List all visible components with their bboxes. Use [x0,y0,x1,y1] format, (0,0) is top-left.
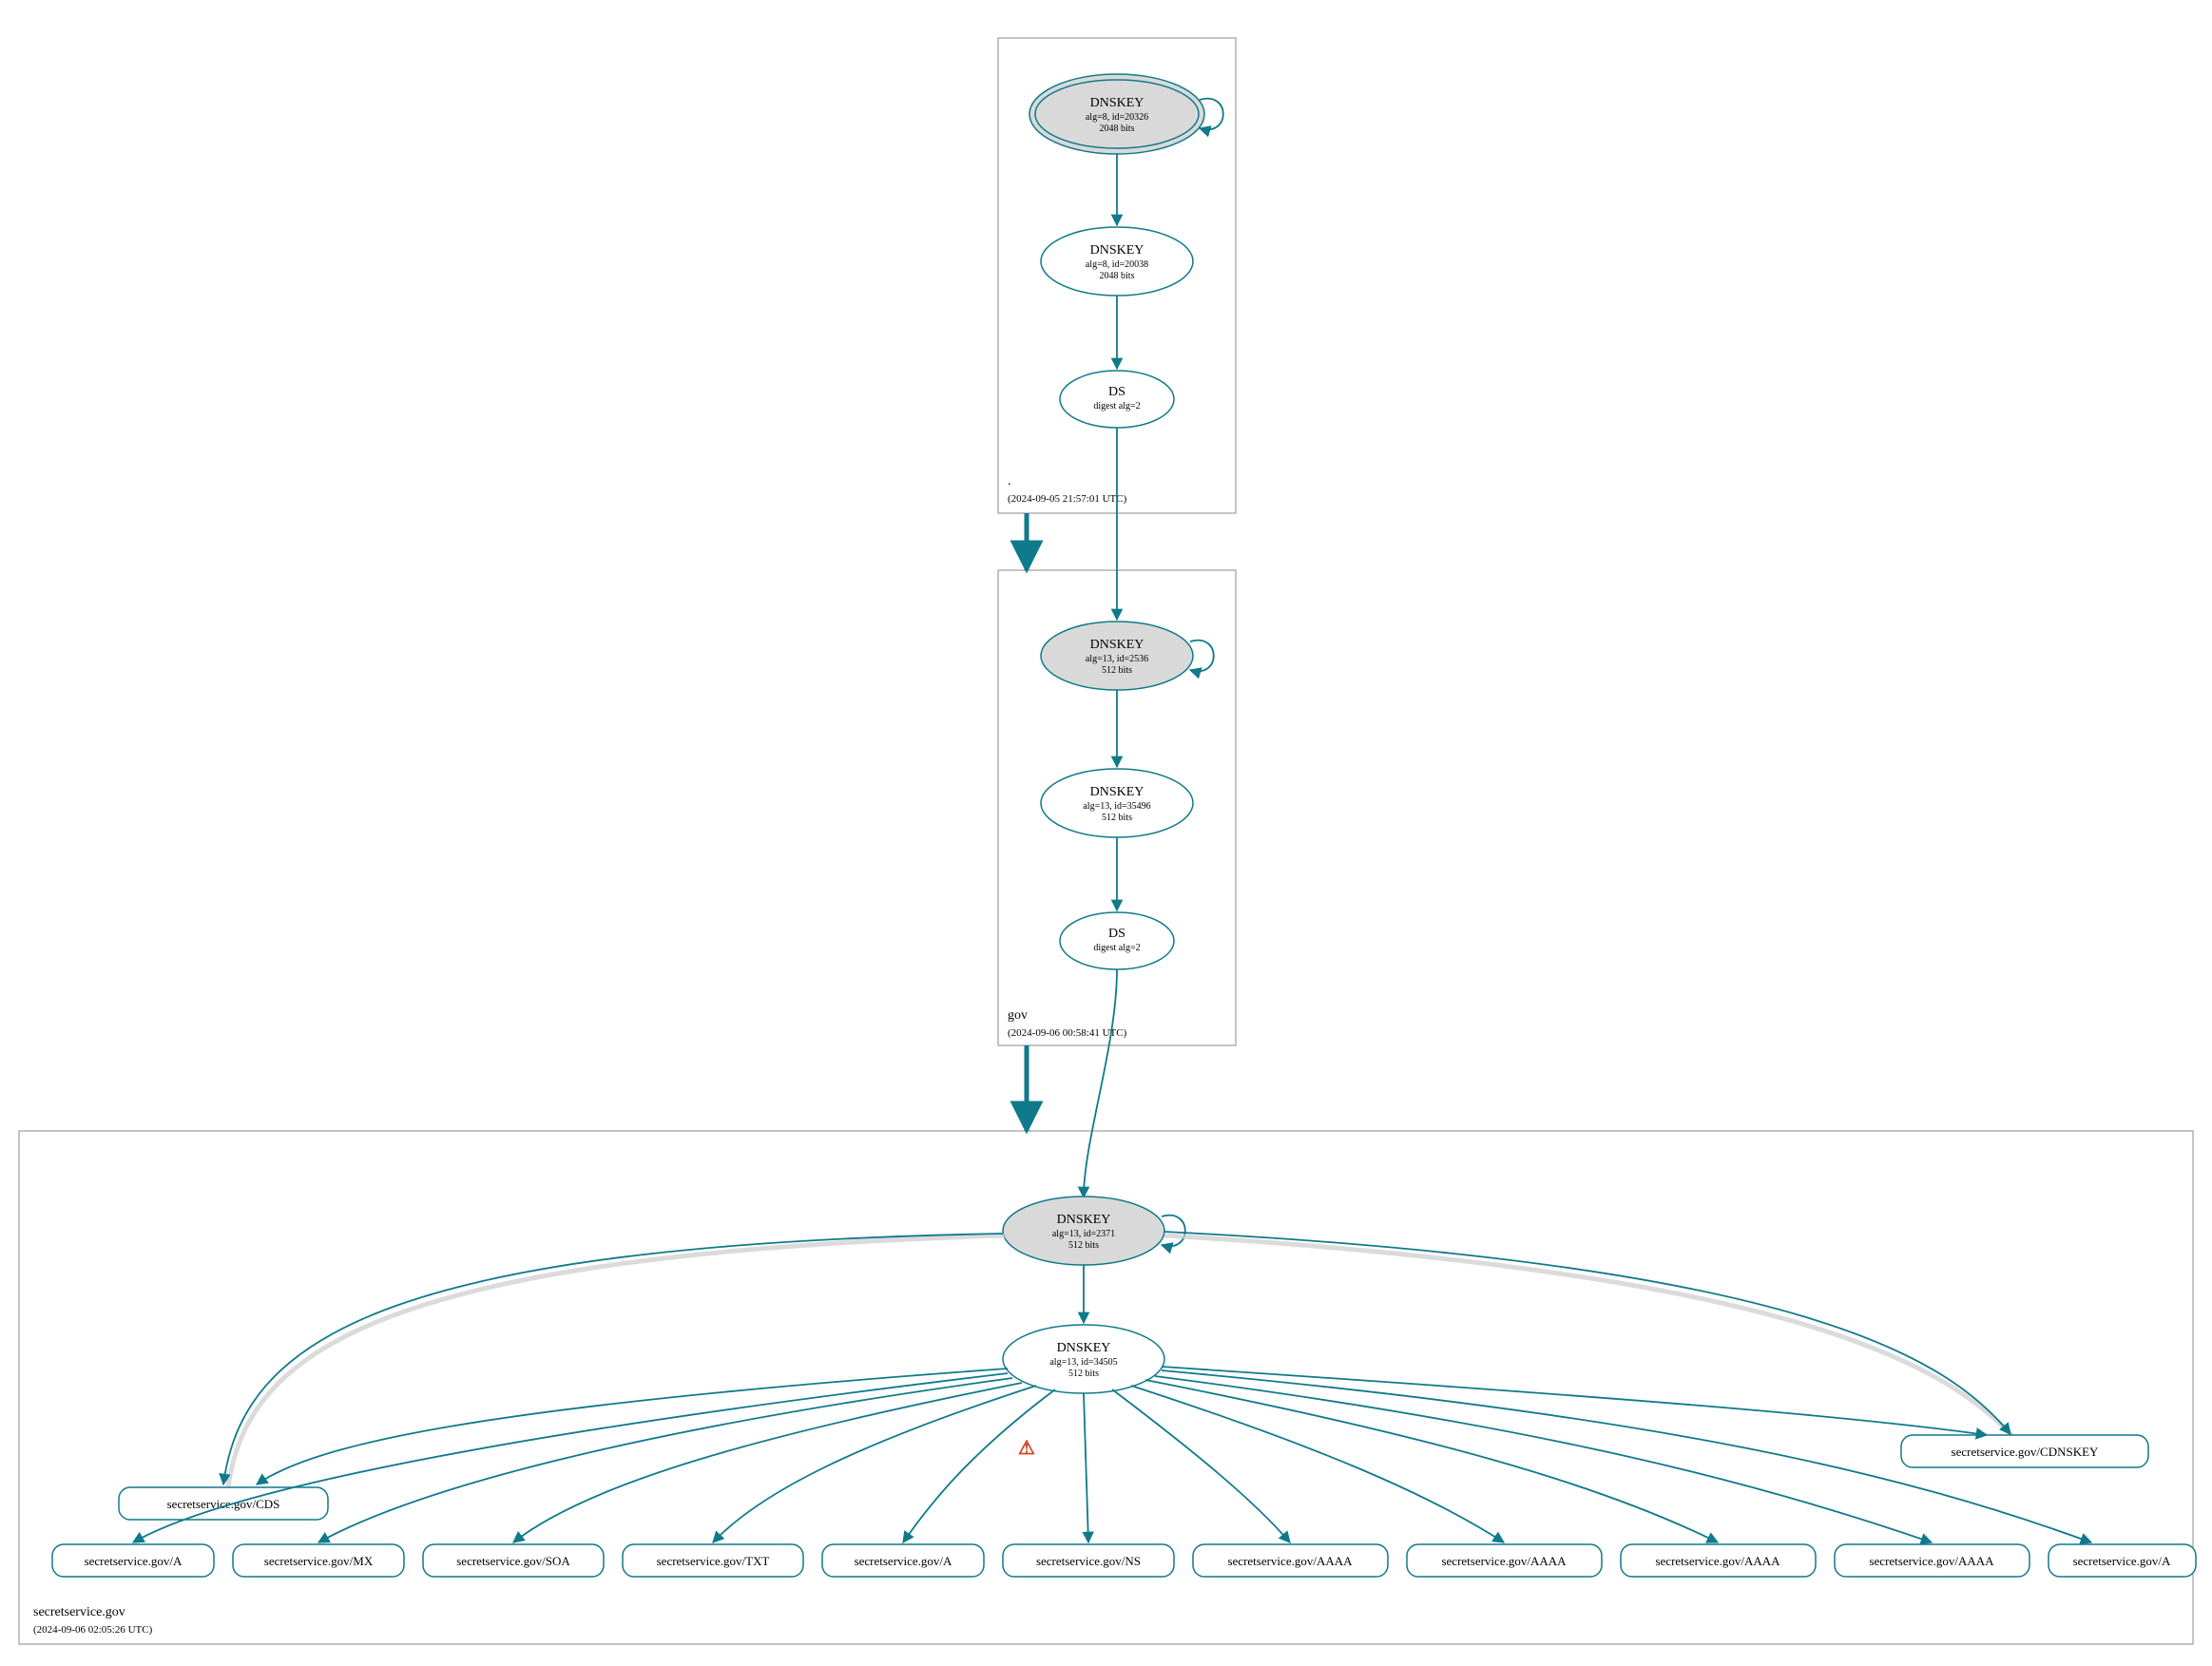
rr-soa[interactable]: secretservice.gov/SOA [423,1544,604,1577]
rr-aaaa2-label: secretservice.gov/AAAA [1441,1554,1567,1568]
node-gov-zsk[interactable]: DNSKEY alg=13, id=35496 512 bits [1041,769,1193,837]
warning-icon: ⚠ [1018,1438,1035,1459]
root-ksk-l1: alg=8, id=20326 [1086,112,1148,123]
edge-zsk-cdnskey [1162,1367,1987,1435]
root-ds-title: DS [1108,385,1125,399]
rr-a1[interactable]: secretservice.gov/A [52,1544,214,1577]
rr-mx[interactable]: secretservice.gov/MX [233,1544,404,1577]
rr-aaaa3[interactable]: secretservice.gov/AAAA [1621,1544,1816,1577]
edge-zsk-aaaa2 [1131,1386,1504,1542]
rr-ns[interactable]: secretservice.gov/NS [1003,1544,1174,1577]
rr-a1-label: secretservice.gov/A [85,1554,183,1568]
gov-ksk-l2: 512 bits [1102,665,1132,676]
rr-a2-label: secretservice.gov/A [855,1554,952,1568]
zone-domain-timestamp: (2024-09-06 02:05:26 UTC) [33,1624,153,1636]
edge-zsk-a2 [903,1389,1055,1542]
edge-zsk-cds [257,1369,1008,1484]
rr-aaaa4-label: secretservice.gov/AAAA [1869,1554,1994,1568]
gov-zsk-l1: alg=13, id=35496 [1083,801,1150,812]
edge-zsk-aaaa3 [1145,1380,1718,1542]
root-zsk-l2: 2048 bits [1100,271,1135,281]
rr-a3[interactable]: secretservice.gov/A [2049,1544,2196,1577]
gov-ds-title: DS [1108,927,1125,941]
rr-aaaa1[interactable]: secretservice.gov/AAAA [1193,1544,1388,1577]
edge-zsk-txt [713,1386,1036,1542]
root-zsk-title: DNSKEY [1090,243,1144,258]
gov-ksk-title: DNSKEY [1090,638,1144,652]
rr-aaaa1-label: secretservice.gov/AAAA [1227,1554,1353,1568]
rr-txt-label: secretservice.gov/TXT [657,1554,770,1568]
node-gov-ksk[interactable]: DNSKEY alg=13, id=2536 512 bits [1041,622,1193,690]
dnssec-graph: . (2024-09-05 21:57:01 UTC) DNSKEY alg=8… [0,0,2212,1666]
edge-zsk-aaaa4 [1155,1376,1932,1542]
root-zsk-l1: alg=8, id=20038 [1086,259,1148,270]
dom-zsk-l1: alg=13, id=34505 [1049,1357,1117,1368]
zone-domain-name: secretservice.gov [33,1605,125,1619]
gov-zsk-l2: 512 bits [1102,813,1132,823]
rr-aaaa3-label: secretservice.gov/AAAA [1655,1554,1780,1568]
node-root-ksk[interactable]: DNSKEY alg=8, id=20326 2048 bits [1029,74,1204,154]
gov-ds-l1: digest alg=2 [1093,943,1140,953]
gov-zsk-title: DNSKEY [1090,785,1144,799]
dom-ksk-l2: 512 bits [1068,1240,1099,1251]
rr-aaaa4[interactable]: secretservice.gov/AAAA [1835,1544,2029,1577]
rr-ns-label: secretservice.gov/NS [1036,1554,1141,1568]
node-dom-ksk[interactable]: DNSKEY alg=13, id=2371 512 bits [1003,1197,1164,1265]
rr-a2[interactable]: secretservice.gov/A [822,1544,984,1577]
edge-gov-ds-dom-ksk [1084,969,1117,1197]
zone-gov-name: gov [1008,1008,1028,1023]
root-ksk-title: DNSKEY [1090,96,1144,110]
root-ksk-l2: 2048 bits [1100,124,1135,134]
dom-ksk-title: DNSKEY [1057,1213,1111,1227]
rr-aaaa2[interactable]: secretservice.gov/AAAA [1407,1544,1602,1577]
edge-zsk-ns [1084,1393,1088,1542]
rr-soa-label: secretservice.gov/SOA [456,1554,570,1568]
rr-cds-label: secretservice.gov/CDS [167,1497,280,1511]
rr-cdnskey[interactable]: secretservice.gov/CDNSKEY [1901,1435,2148,1467]
zone-root-name: . [1008,474,1011,488]
zone-gov-timestamp: (2024-09-06 00:58:41 UTC) [1008,1027,1127,1039]
rr-mx-label: secretservice.gov/MX [264,1554,374,1568]
rr-a3-label: secretservice.gov/A [2073,1554,2171,1568]
shadow-ksk-cdnskey [1164,1235,2013,1437]
rr-txt[interactable]: secretservice.gov/TXT [623,1544,803,1577]
dom-zsk-l2: 512 bits [1068,1369,1099,1379]
root-ds-l1: digest alg=2 [1093,401,1140,412]
dom-ksk-l1: alg=13, id=2371 [1052,1229,1115,1239]
node-root-zsk[interactable]: DNSKEY alg=8, id=20038 2048 bits [1041,227,1193,296]
edge-ksk-cdnskey [1164,1232,2010,1434]
rr-cds[interactable]: secretservice.gov/CDS [119,1487,328,1520]
node-dom-zsk[interactable]: DNSKEY alg=13, id=34505 512 bits [1003,1325,1164,1393]
edge-zsk-aaaa1 [1112,1389,1290,1542]
rr-cdnskey-label: secretservice.gov/CDNSKEY [1952,1445,2099,1459]
node-root-ds[interactable]: DS digest alg=2 [1060,371,1174,428]
dom-zsk-title: DNSKEY [1057,1341,1111,1355]
node-gov-ds[interactable]: DS digest alg=2 [1060,912,1174,969]
gov-ksk-l1: alg=13, id=2536 [1086,654,1148,664]
zone-root-timestamp: (2024-09-05 21:57:01 UTC) [1008,493,1127,505]
